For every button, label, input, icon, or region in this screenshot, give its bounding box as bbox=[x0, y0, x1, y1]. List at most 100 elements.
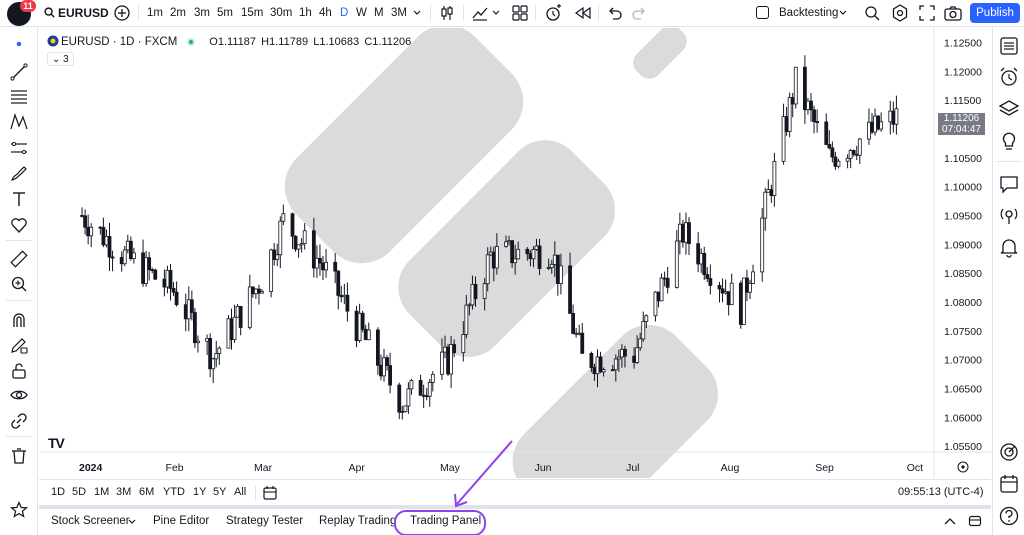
price-scale[interactable]: 1.125001.120001.115001.110001.105001.100… bbox=[944, 37, 982, 453]
interval-15m[interactable]: 15m bbox=[241, 4, 263, 22]
range-1d[interactable]: 1D bbox=[51, 486, 65, 498]
candles-chart-type-icon[interactable] bbox=[437, 3, 457, 23]
candle-body bbox=[485, 254, 490, 285]
indicators-icon[interactable] bbox=[470, 3, 490, 23]
camera-snapshot-icon[interactable] bbox=[943, 3, 963, 23]
settings-gear-icon[interactable] bbox=[890, 3, 910, 23]
candle-body bbox=[354, 310, 359, 342]
interval-30m[interactable]: 30m bbox=[270, 4, 292, 22]
candle-body bbox=[80, 215, 84, 217]
candle-body bbox=[321, 262, 325, 271]
undo-icon[interactable] bbox=[604, 3, 624, 23]
tab-trading-panel[interactable]: Trading Panel bbox=[410, 515, 481, 527]
interval-1mo[interactable]: M bbox=[374, 4, 384, 22]
backtesting-checkbox-icon[interactable] bbox=[756, 6, 769, 19]
forecast-range-icon[interactable] bbox=[9, 138, 29, 158]
interval-1d[interactable]: D bbox=[340, 4, 348, 22]
goto-date-calendar-icon[interactable] bbox=[262, 485, 278, 501]
crosshair-dot-icon[interactable] bbox=[9, 34, 29, 54]
range-all[interactable]: All bbox=[234, 486, 246, 498]
notification-badge[interactable]: 11 bbox=[20, 0, 36, 12]
time-scale[interactable]: 2024 Feb Mar Apr May Jun Jul Aug Sep Oct bbox=[79, 462, 923, 474]
range-5y[interactable]: 5Y bbox=[213, 486, 226, 498]
redo-icon[interactable] bbox=[630, 3, 650, 23]
tab-replay-trading[interactable]: Replay Trading bbox=[319, 515, 396, 527]
candle-body bbox=[397, 384, 402, 413]
quick-search-icon[interactable] bbox=[862, 3, 882, 23]
interval-3m[interactable]: 3m bbox=[194, 4, 210, 22]
range-5d[interactable]: 5D bbox=[72, 486, 86, 498]
candle-body bbox=[772, 160, 777, 197]
candle-body bbox=[375, 329, 380, 366]
candle-body bbox=[238, 306, 243, 328]
candle-body bbox=[196, 340, 200, 344]
lock-icon[interactable] bbox=[9, 361, 29, 381]
interval-2m[interactable]: 2m bbox=[170, 4, 186, 22]
chart-pane[interactable]: 1.125001.120001.115001.110001.105001.100… bbox=[39, 28, 991, 478]
pattern-xabcd-icon[interactable] bbox=[9, 112, 29, 132]
interval-1m[interactable]: 1m bbox=[147, 4, 163, 22]
tab-pine-editor[interactable]: Pine Editor bbox=[153, 515, 209, 527]
eye-visibility-icon[interactable] bbox=[9, 385, 29, 405]
target-icon[interactable] bbox=[998, 441, 1020, 463]
brush-icon[interactable] bbox=[9, 163, 29, 183]
tab-stock-screener[interactable]: Stock Screener bbox=[51, 515, 130, 527]
ideas-lightbulb-icon[interactable] bbox=[998, 130, 1020, 152]
interval-4h[interactable]: 4h bbox=[319, 4, 332, 22]
candle-body bbox=[546, 267, 551, 269]
candle-body bbox=[729, 282, 734, 306]
link-icon[interactable] bbox=[9, 411, 29, 431]
streams-broadcast-icon[interactable] bbox=[998, 204, 1020, 226]
timezone-clock[interactable]: 09:55:13 (UTC-4) bbox=[898, 486, 984, 498]
ruler-measure-icon[interactable] bbox=[9, 249, 29, 269]
replay-rewind-icon[interactable] bbox=[573, 3, 593, 23]
candle-body bbox=[601, 369, 606, 373]
candle-body bbox=[125, 240, 130, 251]
fib-retracement-icon[interactable] bbox=[9, 87, 29, 107]
symbol-search-button[interactable]: EURUSD bbox=[44, 4, 109, 22]
tab-strategy-tester[interactable]: Strategy Tester bbox=[226, 515, 303, 527]
drawing-lock-pencil-icon[interactable] bbox=[9, 336, 29, 356]
range-1m[interactable]: 1M bbox=[94, 486, 109, 498]
trend-line-icon[interactable] bbox=[9, 62, 29, 82]
fullscreen-icon[interactable] bbox=[917, 3, 937, 23]
candle-body bbox=[717, 285, 722, 290]
layers-icon[interactable] bbox=[998, 98, 1020, 120]
magnet-icon[interactable] bbox=[9, 310, 29, 330]
layouts-grid-icon[interactable] bbox=[510, 3, 530, 23]
trash-icon[interactable] bbox=[9, 446, 29, 466]
help-question-icon[interactable] bbox=[998, 505, 1020, 527]
alarm-clock-icon[interactable] bbox=[998, 66, 1020, 88]
backtesting-label[interactable]: Backtesting bbox=[779, 4, 838, 22]
watchlist-star-icon[interactable] bbox=[9, 500, 29, 520]
alert-clock-icon[interactable] bbox=[543, 3, 563, 23]
interval-5m[interactable]: 5m bbox=[217, 4, 233, 22]
range-6m[interactable]: 6M bbox=[139, 486, 154, 498]
chevron-down-icon[interactable] bbox=[491, 3, 501, 23]
publish-button[interactable]: Publish bbox=[970, 3, 1020, 23]
series-legend[interactable]: EURUSD · 1D · FXCM O1.11187 H1.11789 L1.1… bbox=[47, 34, 411, 50]
interval-1h[interactable]: 1h bbox=[299, 4, 312, 22]
text-tool-icon[interactable] bbox=[9, 189, 29, 209]
chevron-up-icon[interactable] bbox=[943, 516, 957, 528]
range-1y[interactable]: 1Y bbox=[193, 486, 206, 498]
price-chart[interactable]: 1.125001.120001.115001.110001.105001.100… bbox=[39, 28, 991, 478]
notifications-bell-icon[interactable] bbox=[998, 236, 1020, 258]
calendar-icon[interactable] bbox=[998, 473, 1020, 495]
maximize-panel-icon[interactable] bbox=[968, 514, 982, 528]
tradingview-logo[interactable]: TV bbox=[48, 435, 65, 451]
chevron-down-icon[interactable] bbox=[412, 3, 422, 23]
range-3m[interactable]: 3M bbox=[116, 486, 131, 498]
zoom-in-icon[interactable] bbox=[9, 274, 29, 294]
compare-add-icon[interactable] bbox=[112, 3, 132, 23]
indicators-collapse-button[interactable]: ⌄ 3 bbox=[47, 52, 74, 66]
range-ytd[interactable]: YTD bbox=[163, 486, 185, 498]
chevron-down-icon[interactable] bbox=[838, 3, 848, 23]
chevron-down-icon[interactable] bbox=[127, 517, 137, 527]
interval-3mo[interactable]: 3M bbox=[391, 4, 407, 22]
watchlist-icon[interactable] bbox=[998, 35, 1020, 57]
favorites-heart-icon[interactable] bbox=[9, 215, 29, 235]
chat-bubble-icon[interactable] bbox=[998, 173, 1020, 195]
candle-body bbox=[311, 230, 316, 269]
interval-1w[interactable]: W bbox=[356, 4, 367, 22]
